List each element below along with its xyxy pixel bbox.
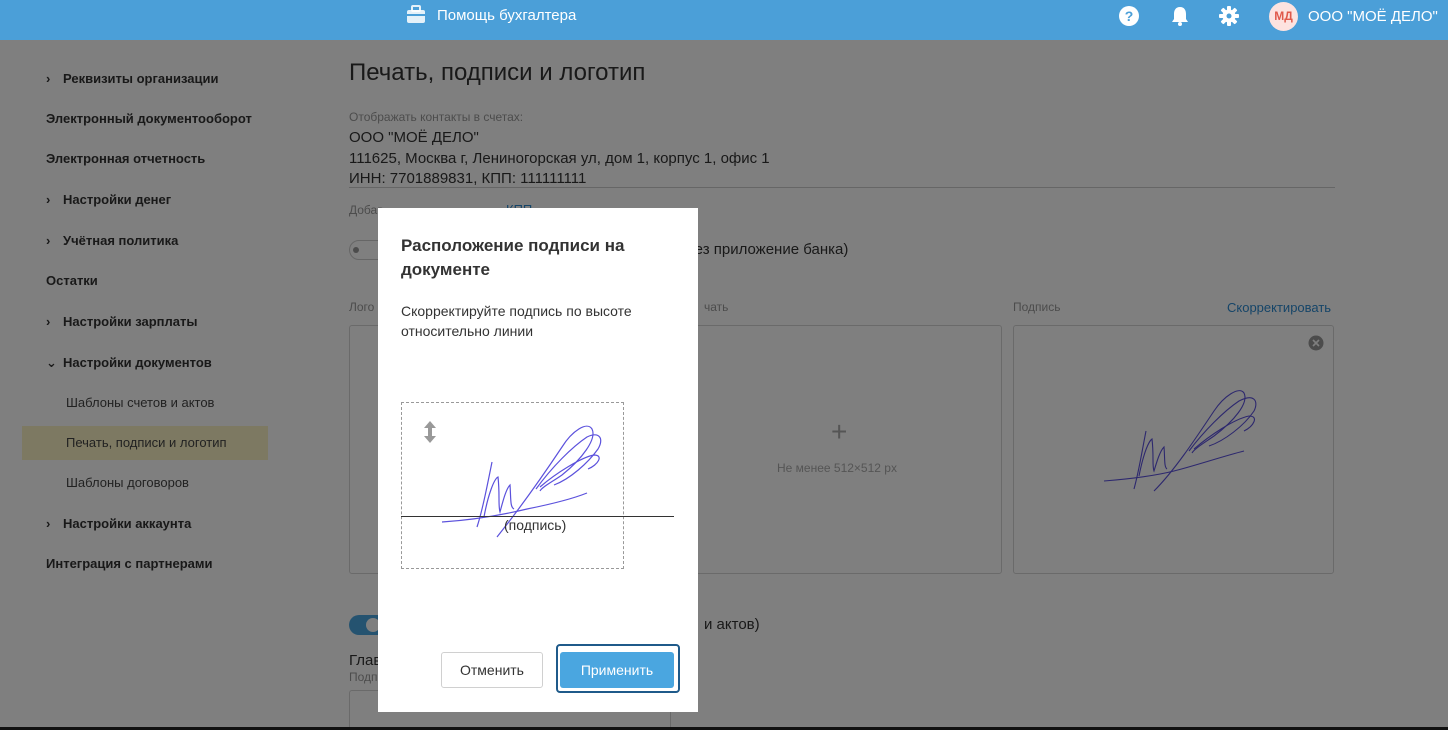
bell-icon[interactable]	[1169, 5, 1191, 27]
signature-image	[441, 425, 602, 538]
signature-caption: (подпись)	[504, 517, 567, 533]
company-name: ООО "МОЁ ДЕЛО"	[1308, 7, 1438, 25]
user-menu[interactable]: МД ООО "МОЁ ДЕЛО"	[1269, 0, 1438, 32]
gear-icon[interactable]	[1218, 5, 1240, 27]
accountant-help-link[interactable]: Помощь бухгалтера	[406, 4, 576, 26]
cancel-button[interactable]: Отменить	[441, 652, 543, 688]
briefcase-icon	[407, 5, 425, 23]
apply-button[interactable]: Применить	[560, 652, 674, 688]
signature-drag-area[interactable]	[401, 402, 624, 569]
help-icon[interactable]: ?	[1118, 5, 1140, 27]
modal-backdrop[interactable]	[0, 40, 1448, 730]
top-header: Помощь бухгалтера ? МД ООО "МОЁ ДЕЛО"	[0, 0, 1448, 40]
accountant-help-label: Помощь бухгалтера	[437, 6, 577, 24]
signature-position-dialog: Расположение подписи на документе Скорре…	[378, 208, 698, 712]
dialog-description: Скорректируйте подпись по высоте относит…	[401, 303, 632, 339]
svg-text:?: ?	[1125, 8, 1134, 24]
dialog-title: Расположение подписи на документе	[401, 236, 625, 279]
avatar: МД	[1269, 1, 1298, 31]
